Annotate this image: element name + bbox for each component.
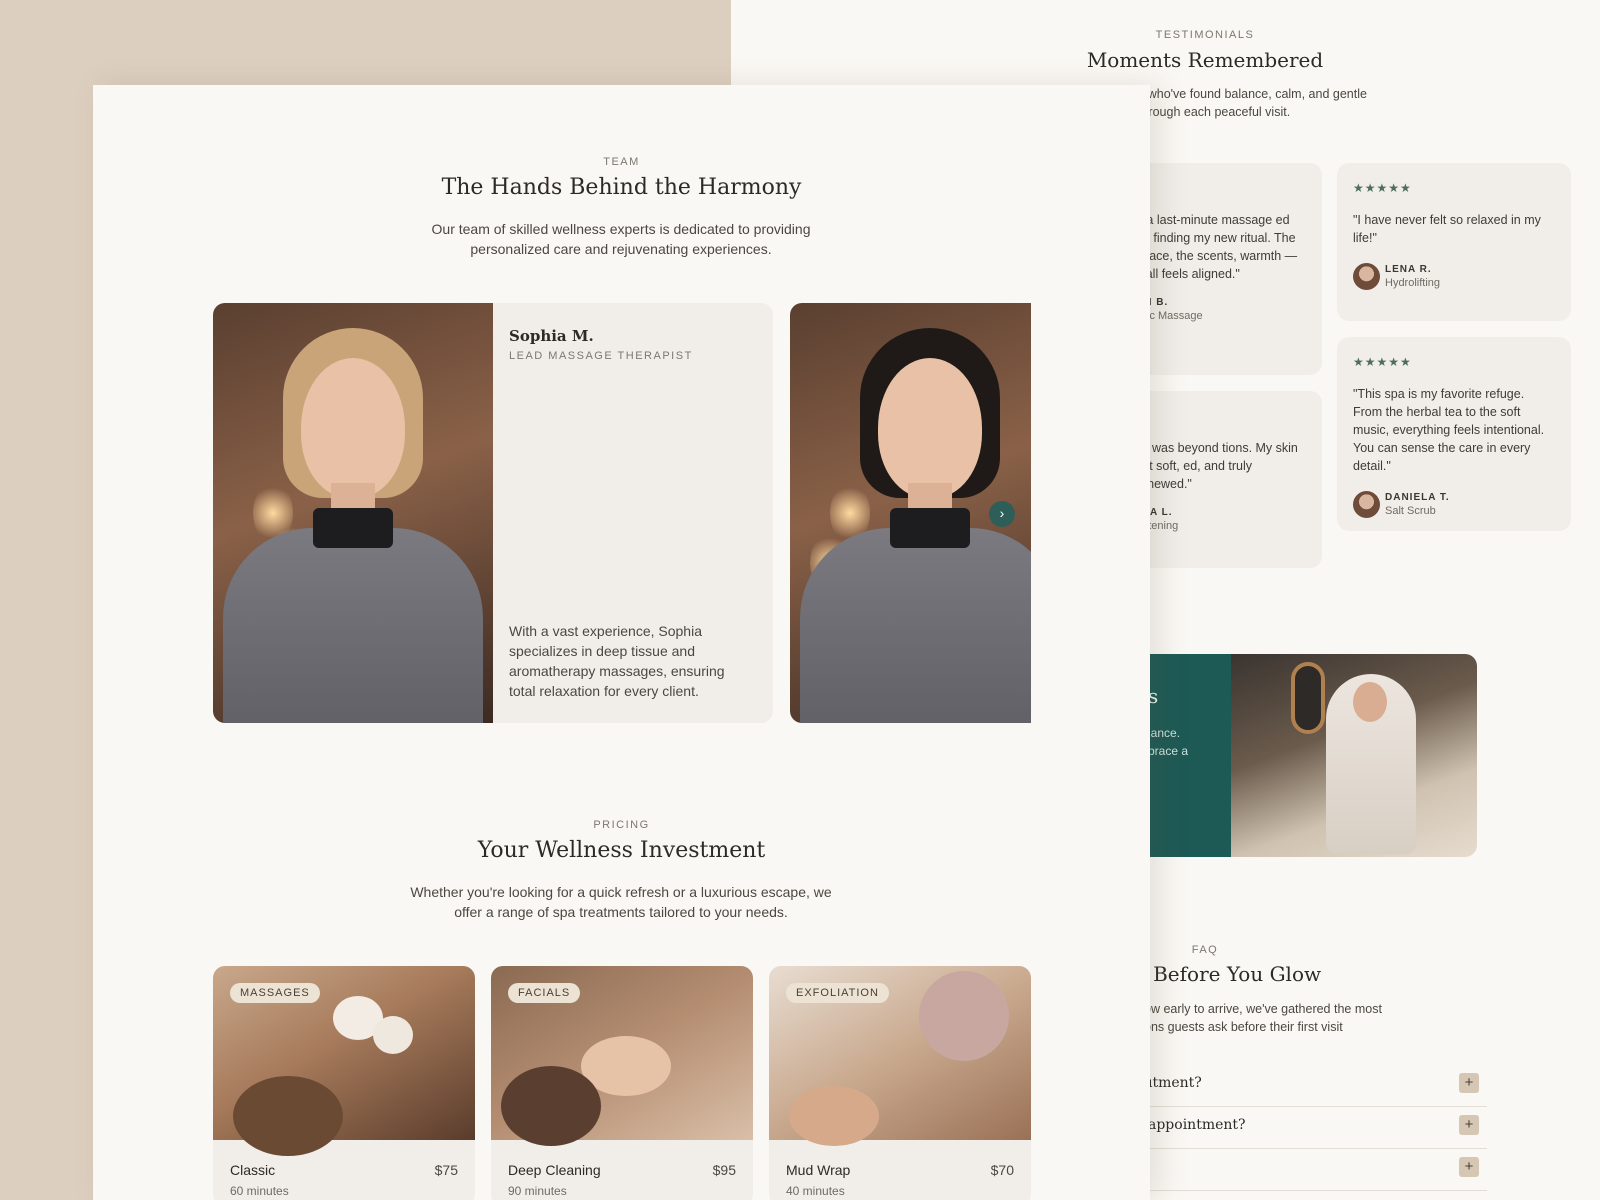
treatment-duration: 90 minutes xyxy=(508,1184,567,1198)
treatment-price: $75 xyxy=(434,1162,458,1178)
faq-question: ıtment? xyxy=(1148,1075,1202,1091)
pricing-card-facials[interactable]: FACIALS Deep Cleaning $95 90 minutes xyxy=(491,966,753,1200)
team-member-role: LEAD MASSAGE THERAPIST xyxy=(509,350,693,362)
faq-question: appointment? xyxy=(1148,1117,1246,1133)
avatar xyxy=(1353,491,1380,518)
team-eyebrow: TEAM xyxy=(603,156,640,168)
plus-icon[interactable]: + xyxy=(1459,1073,1479,1093)
faq-item[interactable]: ıtment? + xyxy=(1130,1065,1487,1107)
treatment-price: $95 xyxy=(712,1162,736,1178)
testimonial-card-daniela: ★★★★★ "This spa is my favorite refuge. F… xyxy=(1337,337,1571,531)
chevron-right-icon[interactable]: › xyxy=(989,501,1015,527)
team-member-photo xyxy=(213,303,493,723)
testimonial-author: LENA R. xyxy=(1385,264,1432,275)
category-tag: EXFOLIATION xyxy=(786,983,889,1003)
pricing-description: Whether you're looking for a quick refre… xyxy=(410,884,832,920)
testimonial-service: Hydrolifting xyxy=(1385,277,1441,289)
team-pricing-page: TEAM The Hands Behind the Harmony Our te… xyxy=(93,85,1150,1200)
category-tag: FACIALS xyxy=(508,983,581,1003)
testimonials-eyebrow: TESTIMONIALS xyxy=(1155,29,1255,41)
team-member-card[interactable]: Sophia M. LEAD MASSAGE THERAPIST With a … xyxy=(213,303,773,723)
testimonials-description: s who've found balance, calm, and gentle… xyxy=(1138,87,1367,119)
treatment-name: Classic xyxy=(230,1162,276,1178)
faq-title: / Before You Glow xyxy=(1140,962,1322,986)
tan-background-top xyxy=(0,0,731,85)
testimonial-quote: "I have never felt so relaxed in my life… xyxy=(1353,213,1541,245)
treatment-duration: 40 minutes xyxy=(786,1184,845,1198)
testimonial-card-lena: ★★★★★ "I have never felt so relaxed in m… xyxy=(1337,163,1571,321)
treatment-duration: 60 minutes xyxy=(230,1184,289,1198)
team-title: The Hands Behind the Harmony xyxy=(441,175,802,200)
testimonial-quote: ial was beyond tions. My skin felt soft,… xyxy=(1136,441,1298,491)
tan-background-side xyxy=(0,85,93,1200)
testimonial-card-john: ★ d a last-minute massage ed up finding … xyxy=(1120,163,1322,375)
team-member-info: Sophia M. LEAD MASSAGE THERAPIST With a … xyxy=(493,303,773,723)
testimonials-title: Moments Remembered xyxy=(1086,48,1324,72)
pricing-card-image: MASSAGES xyxy=(213,966,475,1156)
treatment-name: Deep Cleaning xyxy=(508,1162,601,1178)
faq-item[interactable]: + xyxy=(1130,1149,1487,1191)
plus-icon[interactable]: + xyxy=(1459,1157,1479,1177)
plus-icon[interactable]: + xyxy=(1459,1115,1479,1135)
faq-item[interactable]: appointment? + xyxy=(1130,1107,1487,1149)
testimonial-quote: "This spa is my favorite refuge. From th… xyxy=(1353,387,1545,473)
rating-stars: ★ xyxy=(1136,181,1306,195)
treatment-price: $70 xyxy=(990,1162,1014,1178)
pricing-eyebrow: PRICING xyxy=(593,819,650,831)
testimonial-service: Salt Scrub xyxy=(1385,505,1436,517)
rating-stars: ★★★★★ xyxy=(1353,181,1412,195)
rating-stars: ★ xyxy=(1136,409,1306,423)
testimonial-quote: d a last-minute massage ed up finding my… xyxy=(1136,213,1298,281)
testimonial-card-maya: ★ ial was beyond tions. My skin felt sof… xyxy=(1120,391,1322,568)
team-description: Our team of skilled wellness experts is … xyxy=(431,221,811,257)
treatment-name: Mud Wrap xyxy=(786,1162,851,1178)
promo-banner-image xyxy=(1231,654,1477,857)
testimonial-author: DANIELA T. xyxy=(1385,492,1450,503)
pricing-card-massages[interactable]: MASSAGES Classic $75 60 minutes xyxy=(213,966,475,1200)
team-member-bio: With a vast experience, Sophia specializ… xyxy=(509,623,725,699)
pricing-card-image: FACIALS xyxy=(491,966,753,1146)
pricing-card-image: EXFOLIATION xyxy=(769,966,1031,1146)
pricing-title: Your Wellness Investment xyxy=(477,838,766,863)
faq-description: ow early to arrive, we've gathered the m… xyxy=(1144,1002,1382,1034)
avatar xyxy=(1353,263,1380,290)
promo-banner-text: lance. brace a xyxy=(1148,726,1189,758)
pricing-card-exfoliation[interactable]: EXFOLIATION Mud Wrap $70 40 minutes xyxy=(769,966,1031,1200)
rating-stars: ★★★★★ xyxy=(1353,355,1412,369)
team-member-name: Sophia M. xyxy=(509,327,594,345)
category-tag: MASSAGES xyxy=(230,983,320,1003)
